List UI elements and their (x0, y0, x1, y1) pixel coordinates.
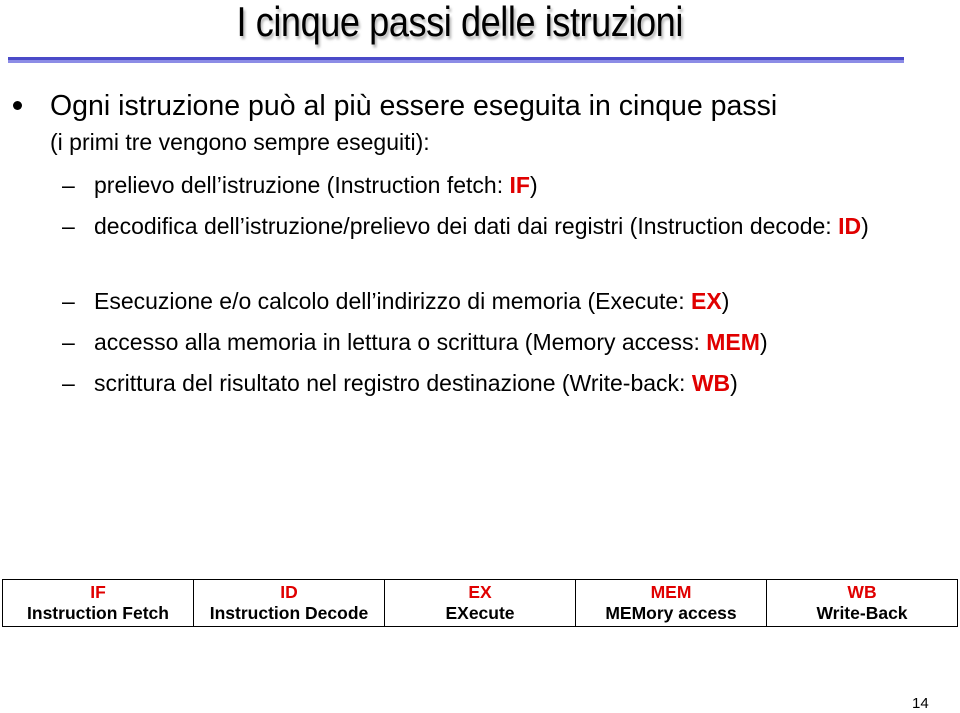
stage-abbr-highlight: MEM (706, 329, 760, 355)
sub-item-suffix: ) (730, 370, 738, 396)
sub-item-if: – prelievo dell’istruzione (Instruction … (62, 167, 942, 203)
sub-item-prefix: prelievo dell’istruzione (Instruction fe… (94, 172, 510, 198)
stage-abbr: MEM (650, 582, 692, 602)
stage-label: MEMory access (605, 603, 737, 623)
bullet-dot-icon (13, 101, 22, 110)
stage-abbr: EX (468, 582, 492, 602)
title-divider (8, 57, 904, 63)
sub-item-suffix: ) (721, 288, 730, 314)
sub-item-prefix: scrittura del risultato nel registro des… (94, 370, 692, 396)
dash-icon: – (62, 172, 75, 198)
stage-abbr: WB (847, 582, 877, 602)
dash-icon: – (62, 329, 75, 355)
sub-item-suffix: ) (759, 329, 768, 355)
stage-abbr-highlight: ID (838, 213, 862, 239)
page-number: 14 (912, 695, 929, 712)
stage-label: Instruction Decode (209, 603, 369, 623)
stage-abbr-highlight: EX (691, 288, 722, 314)
sub-item-mem: – accesso alla memoria in lettura o scri… (62, 324, 942, 360)
pipeline-stage-if: IF Instruction Fetch (3, 580, 194, 626)
main-bullet-text-continuation: (i primi tre vengono sempre eseguiti): (50, 129, 430, 155)
pipeline-stage-ex: EX EXecute (385, 580, 576, 626)
sub-item-prefix: Esecuzione e/o calcolo dell’indirizzo di… (94, 288, 692, 314)
pipeline-stage-wb: WB Write-Back (767, 580, 957, 626)
title-divider-light (8, 60, 904, 63)
sub-item-text: prelievo dell’istruzione (Instruction fe… (94, 167, 942, 203)
main-bullet-text: Ogni istruzione può al più essere esegui… (50, 90, 778, 122)
dash-icon: – (62, 370, 75, 396)
dash-icon: – (62, 213, 75, 239)
sub-item-wb: – scrittura del risultato nel registro d… (62, 365, 942, 401)
stage-label: EXecute (445, 603, 515, 623)
sub-item-id: – decodifica dell’istruzione/prelievo de… (62, 208, 942, 244)
sub-item-text: scrittura del risultato nel registro des… (94, 365, 942, 401)
stage-abbr-highlight: WB (691, 370, 731, 396)
stage-abbr: ID (280, 582, 298, 602)
slide-title: I cinque passi delle istruzioni (236, 0, 683, 45)
stage-abbr-highlight: IF (509, 172, 530, 198)
stage-label: Write-Back (816, 603, 908, 623)
sub-item-ex: – Esecuzione e/o calcolo dell’indirizzo … (62, 283, 942, 319)
stage-abbr: IF (90, 582, 106, 602)
sub-item-text: accesso alla memoria in lettura o scritt… (94, 324, 942, 360)
pipeline-stage-id: ID Instruction Decode (194, 580, 385, 626)
dash-icon: – (62, 288, 75, 314)
sub-item-suffix: ) (861, 213, 869, 239)
sub-item-text: decodifica dell’istruzione/prelievo dei … (94, 208, 942, 244)
sub-item-prefix: decodifica dell’istruzione/prelievo dei … (94, 213, 839, 239)
sub-item-prefix: accesso alla memoria in lettura o scritt… (94, 329, 707, 355)
sub-item-text: Esecuzione e/o calcolo dell’indirizzo di… (94, 283, 942, 319)
stage-label: Instruction Fetch (27, 603, 169, 623)
pipeline-stage-mem: MEM MEMory access (576, 580, 767, 626)
sub-item-suffix: ) (529, 172, 538, 198)
pipeline-stages-table: IF Instruction Fetch ID Instruction Deco… (2, 579, 958, 627)
